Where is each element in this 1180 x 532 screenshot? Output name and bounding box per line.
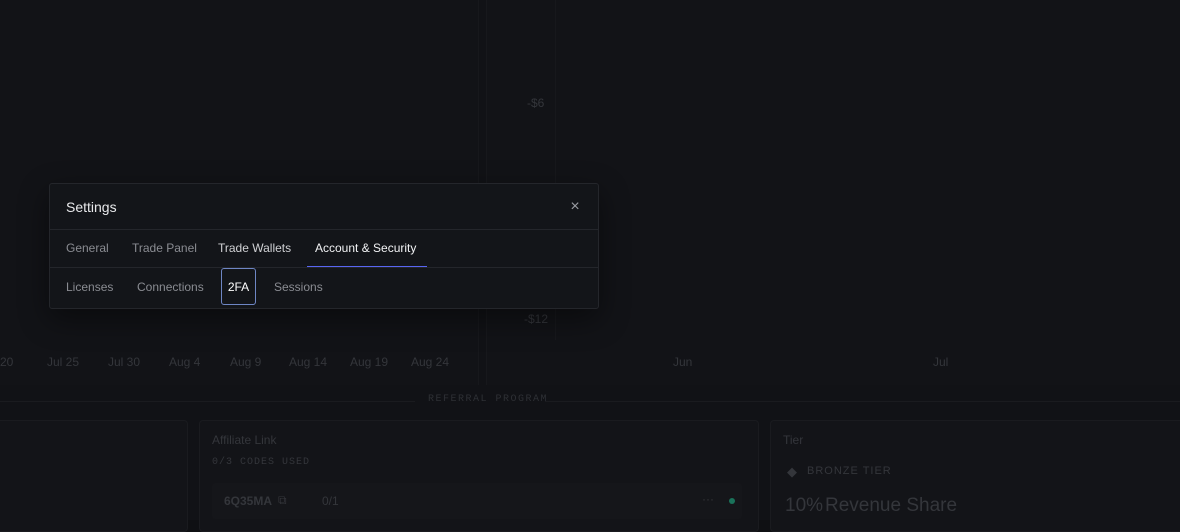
subtab-sessions[interactable]: Sessions bbox=[274, 280, 323, 294]
code-usage: 0/1 bbox=[322, 494, 339, 508]
tab-trade-wallets[interactable]: Trade Wallets bbox=[218, 241, 291, 255]
x-tick: Jul bbox=[933, 355, 949, 369]
section-label: REFERRAL PROGRAM bbox=[428, 394, 549, 405]
copy-icon[interactable]: ⧉ bbox=[278, 493, 287, 508]
x-tick: Jul 25 bbox=[47, 355, 80, 369]
affiliate-card: Affiliate Link 0/3 CODES USED 6Q35MA ⧉ 0… bbox=[199, 420, 759, 532]
security-subtabs: Licenses Connections 2FA Sessions bbox=[50, 268, 598, 308]
x-tick: Aug 24 bbox=[411, 355, 450, 369]
tab-trade-panel[interactable]: Trade Panel bbox=[132, 241, 197, 255]
y-tick: -$6 bbox=[527, 96, 545, 110]
settings-dialog: Settings × General Trade Panel Trade Wal… bbox=[49, 183, 599, 309]
close-icon[interactable]: × bbox=[566, 198, 584, 216]
codes-used: 0/3 CODES USED bbox=[212, 457, 311, 468]
revenue-label: Revenue Share bbox=[825, 495, 958, 516]
x-tick: Jul 30 bbox=[108, 355, 141, 369]
affiliate-title: Affiliate Link bbox=[212, 433, 277, 447]
section-divider: REFERRAL PROGRAM bbox=[0, 394, 1180, 408]
divider-line bbox=[0, 401, 415, 402]
subtab-2fa[interactable]: 2FA bbox=[221, 268, 256, 305]
dialog-title: Settings bbox=[66, 199, 117, 215]
stats-card bbox=[0, 420, 188, 532]
active-tab-indicator bbox=[307, 266, 427, 267]
x-tick: 20 bbox=[0, 355, 14, 369]
affiliate-code-row[interactable]: 6Q35MA ⧉ 0/1 ··· bbox=[212, 483, 742, 519]
x-tick: Aug 19 bbox=[350, 355, 389, 369]
subtab-connections[interactable]: Connections bbox=[137, 280, 204, 294]
tier-badge-icon: ◆ bbox=[787, 464, 797, 479]
tier-card: Tier ◆ BRONZE TIER 10% Revenue Share bbox=[770, 420, 1180, 532]
tab-general[interactable]: General bbox=[66, 241, 109, 255]
revenue-percent: 10% bbox=[785, 495, 824, 516]
affiliate-code: 6Q35MA bbox=[224, 494, 273, 508]
tier-name: BRONZE TIER bbox=[807, 465, 892, 477]
tab-account-security[interactable]: Account & Security bbox=[315, 241, 416, 255]
x-tick: Aug 9 bbox=[230, 355, 262, 369]
dialog-header: Settings × bbox=[50, 184, 598, 230]
divider-line bbox=[545, 401, 1180, 402]
status-dot bbox=[729, 498, 735, 504]
more-icon[interactable]: ··· bbox=[702, 492, 714, 506]
subtab-licenses[interactable]: Licenses bbox=[66, 280, 113, 294]
x-tick: Aug 4 bbox=[169, 355, 201, 369]
tier-title: Tier bbox=[783, 433, 804, 447]
x-tick: Jun bbox=[673, 355, 693, 369]
settings-tabs: General Trade Panel Trade Wallets Accoun… bbox=[50, 229, 598, 268]
x-tick: Aug 14 bbox=[289, 355, 328, 369]
y-tick: -$12 bbox=[524, 312, 549, 326]
